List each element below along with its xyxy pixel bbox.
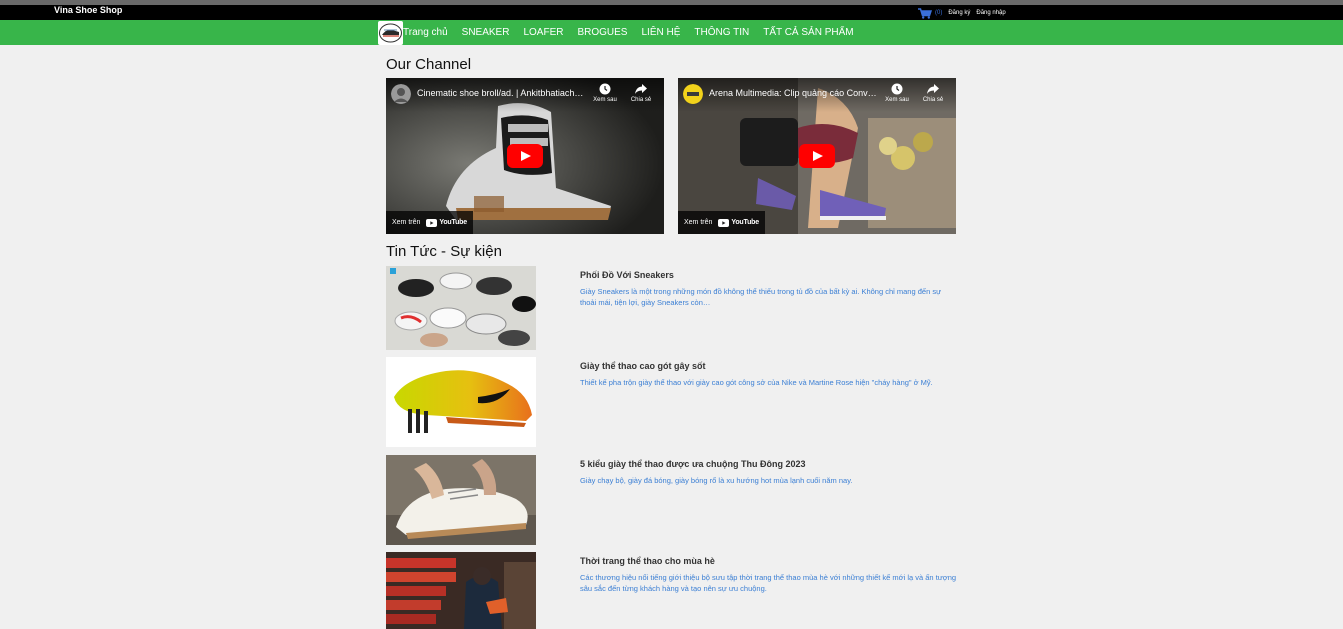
cart-count[interactable]: (0) — [935, 10, 942, 16]
cart-icon[interactable] — [918, 7, 932, 19]
watch-later-label: Xem sau — [885, 97, 909, 103]
video-title[interactable]: Arena Multimedia: Clip quảng cáo Conve… — [709, 88, 881, 98]
news-desc-3[interactable]: Giày chạy bộ, giày đá bóng, giày bóng rổ… — [580, 475, 958, 486]
watch-on-label: Xem trên — [392, 219, 421, 226]
news-desc-1[interactable]: Giày Sneakers là một trong những món đồ … — [580, 286, 958, 308]
video-title[interactable]: Cinematic shoe broll/ad. | Ankitbhatiach… — [417, 88, 589, 98]
top-bar: Vina Shoe Shop (0) Đăng ký Đăng nhập — [0, 5, 1343, 20]
nav-brogues[interactable]: BROGUES — [577, 27, 627, 38]
channel-avatar[interactable] — [683, 84, 703, 104]
register-link[interactable]: Đăng ký — [948, 10, 970, 16]
video-embed-2[interactable]: Arena Multimedia: Clip quảng cáo Conve… … — [678, 78, 956, 234]
channel-avatar[interactable] — [391, 84, 411, 104]
video-embed-1[interactable]: Cinematic shoe broll/ad. | Ankitbhatiach… — [386, 78, 664, 234]
share-label: Chia sẻ — [922, 97, 944, 103]
news-title-3[interactable]: 5 kiểu giày thể thao được ưa chuộng Thu … — [580, 459, 805, 469]
youtube-logo: YouTube — [426, 218, 467, 227]
youtube-logo: YouTube — [718, 218, 759, 227]
nav-contact[interactable]: LIÊN HỆ — [641, 27, 680, 38]
share-icon — [927, 84, 939, 94]
account-area: (0) Đăng ký Đăng nhập — [918, 7, 1006, 19]
channel-heading: Our Channel — [386, 56, 472, 73]
site-brand[interactable]: Vina Shoe Shop — [54, 5, 122, 15]
news-image-3[interactable] — [386, 455, 536, 545]
news-title-4[interactable]: Thời trang thể thao cho mùa hè — [580, 556, 715, 566]
nav-info[interactable]: THÔNG TIN — [694, 27, 749, 38]
watch-on-label: Xem trên — [684, 219, 713, 226]
main-nav: Trang chủ SNEAKER LOAFER BROGUES LIÊN HỆ… — [0, 20, 1343, 45]
news-image-1[interactable] — [386, 266, 536, 350]
news-image-2[interactable] — [386, 357, 536, 447]
clock-icon — [599, 83, 611, 95]
share-icon — [635, 84, 647, 94]
nav-loafer[interactable]: LOAFER — [523, 27, 563, 38]
news-desc-2[interactable]: Thiết kế pha trộn giày thể thao với giày… — [580, 377, 958, 388]
news-desc-4[interactable]: Các thương hiệu nổi tiếng giới thiệu bộ … — [580, 572, 958, 594]
watch-later-button[interactable]: Xem sau — [590, 83, 620, 103]
news-image-4[interactable] — [386, 552, 536, 629]
news-heading: Tin Tức - Sự kiện — [386, 243, 502, 260]
youtube-icon — [718, 218, 730, 227]
watch-later-label: Xem sau — [593, 97, 617, 103]
play-button-icon[interactable] — [799, 144, 835, 168]
news-title-2[interactable]: Giày thể thao cao gót gây sốt — [580, 361, 706, 371]
nav-all-products[interactable]: TẤT CẢ SẢN PHẨM — [763, 27, 853, 38]
share-button[interactable]: Chia sẻ — [626, 83, 656, 103]
watch-later-button[interactable]: Xem sau — [882, 83, 912, 103]
sneakers-collection-image — [386, 266, 536, 350]
nav-home[interactable]: Trang chủ — [403, 27, 448, 38]
share-button[interactable]: Chia sẻ — [918, 83, 948, 103]
clock-icon — [891, 83, 903, 95]
play-button-icon[interactable] — [507, 144, 543, 168]
nav-items: Trang chủ SNEAKER LOAFER BROGUES LIÊN HỆ… — [403, 20, 868, 45]
news-title-1[interactable]: Phối Đồ Với Sneakers — [580, 270, 674, 280]
sportswear-store-image — [386, 552, 536, 629]
high-heel-sneaker-image — [386, 357, 536, 447]
share-label: Chia sẻ — [630, 97, 652, 103]
shop-logo[interactable] — [378, 21, 403, 45]
youtube-icon — [426, 218, 438, 227]
login-link[interactable]: Đăng nhập — [976, 10, 1005, 16]
watch-on-youtube[interactable]: Xem trên YouTube — [678, 211, 765, 234]
white-sneaker-lacing-image — [386, 455, 536, 545]
nav-sneaker[interactable]: SNEAKER — [462, 27, 510, 38]
watch-on-youtube[interactable]: Xem trên YouTube — [386, 211, 473, 234]
